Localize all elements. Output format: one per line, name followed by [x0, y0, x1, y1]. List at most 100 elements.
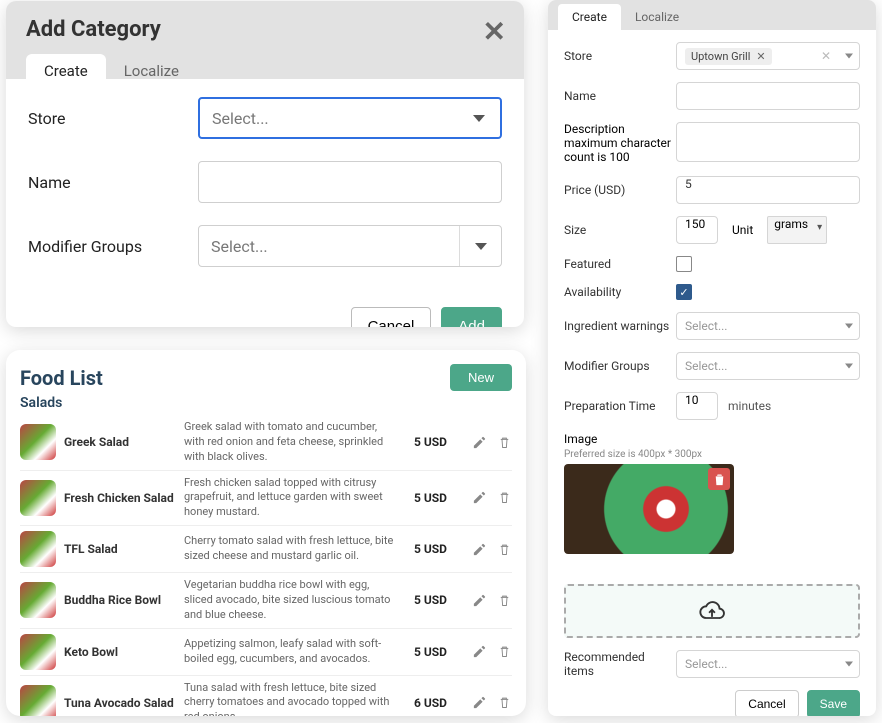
- tab-create[interactable]: Create: [26, 54, 106, 90]
- tab-localize[interactable]: Localize: [106, 54, 197, 90]
- new-food-button[interactable]: New: [450, 364, 512, 391]
- cancel-button[interactable]: Cancel: [351, 307, 432, 327]
- food-thumbnail: [20, 685, 56, 716]
- availability-checkbox[interactable]: [676, 284, 692, 300]
- clear-select-icon[interactable]: ✕: [821, 49, 831, 63]
- trash-icon: [712, 472, 727, 487]
- item-ingredient-label: Ingredient warnings: [564, 319, 676, 333]
- trash-icon[interactable]: [497, 490, 512, 505]
- modifier-groups-placeholder: Select...: [211, 237, 268, 256]
- close-icon[interactable]: ✕: [483, 15, 506, 48]
- item-save-button[interactable]: Save: [807, 690, 860, 716]
- food-row: Buddha Rice Bowl Vegetarian buddha rice b…: [20, 572, 512, 628]
- name-label: Name: [28, 173, 198, 192]
- add-category-title: Add Category: [26, 17, 161, 42]
- food-row: Greek SaladGreek salad with tomato and c…: [20, 415, 512, 470]
- trash-icon[interactable]: [497, 695, 512, 710]
- item-desc-hint: maximum character count is 100: [564, 136, 671, 164]
- image-preview: [564, 464, 734, 554]
- item-prep-label: Preparation Time: [564, 399, 676, 413]
- food-row: Fresh Chicken SaladFresh chicken salad t…: [20, 470, 512, 526]
- item-unit-label: Unit: [732, 223, 753, 237]
- item-tab-localize[interactable]: Localize: [621, 4, 693, 30]
- item-modgroups-label: Modifier Groups: [564, 359, 676, 373]
- chevron-down-icon: [845, 662, 853, 667]
- item-featured-label: Featured: [564, 257, 676, 271]
- recommended-label: Recommended items: [564, 650, 676, 678]
- food-name: Keto Bowl: [64, 645, 176, 659]
- food-row: TFL Salad Cherry tomato salad with fresh …: [20, 525, 512, 572]
- food-row: Tuna Avocado Salad Tuna salad with fresh …: [20, 675, 512, 716]
- store-select[interactable]: Select...: [198, 97, 502, 139]
- chevron-down-icon: [845, 324, 853, 329]
- add-category-modal: Add Category ✕ Create Localize Store Sel…: [6, 1, 524, 327]
- modifier-groups-label: Modifier Groups: [28, 237, 198, 256]
- store-label: Store: [28, 109, 198, 128]
- edit-icon[interactable]: [472, 644, 487, 659]
- add-button[interactable]: Add: [441, 307, 502, 327]
- item-store-select[interactable]: Uptown Grill ✕ ✕: [676, 42, 860, 70]
- trash-icon[interactable]: [497, 644, 512, 659]
- chevron-down-icon: [475, 243, 487, 250]
- item-name-input[interactable]: [676, 82, 860, 110]
- item-tab-create[interactable]: Create: [558, 4, 621, 30]
- item-size-label: Size: [564, 223, 676, 237]
- food-name: Tuna Avocado Salad: [64, 696, 176, 710]
- food-description: Vegetarian buddha rice bowl with egg, sl…: [184, 578, 406, 623]
- food-thumbnail: [20, 531, 56, 567]
- item-unit-select[interactable]: grams: [767, 216, 827, 244]
- food-row: Keto Bowl Appetizing salmon, leafy salad …: [20, 628, 512, 675]
- item-desc-label: Description: [564, 122, 625, 136]
- chevron-down-icon: [845, 54, 853, 59]
- food-thumbnail: [20, 424, 56, 460]
- food-description: Greek salad with tomato and cucumber, wi…: [184, 420, 406, 465]
- food-price: 5 USD: [414, 645, 464, 659]
- item-name-label: Name: [564, 89, 676, 103]
- food-thumbnail: [20, 480, 56, 516]
- item-image-hint: Preferred size is 400px * 300px: [564, 449, 702, 460]
- image-upload-zone[interactable]: [564, 584, 860, 638]
- item-modgroups-select[interactable]: Select...: [676, 352, 860, 380]
- edit-icon[interactable]: [472, 542, 487, 557]
- item-price-input[interactable]: 5: [676, 176, 860, 204]
- prep-unit-label: minutes: [728, 399, 771, 413]
- featured-checkbox[interactable]: [676, 256, 692, 272]
- food-price: 5 USD: [414, 593, 464, 607]
- item-size-input[interactable]: 150: [676, 216, 718, 244]
- modifier-groups-select[interactable]: Select...: [198, 225, 502, 267]
- edit-icon[interactable]: [472, 490, 487, 505]
- delete-image-button[interactable]: [708, 468, 730, 490]
- trash-icon[interactable]: [497, 435, 512, 450]
- food-name: TFL Salad: [64, 542, 176, 556]
- name-input[interactable]: [198, 161, 502, 203]
- food-list-panel: Food List New Salads Greek SaladGreek sa…: [6, 350, 526, 716]
- edit-icon[interactable]: [472, 593, 487, 608]
- food-price: 5 USD: [414, 435, 464, 449]
- food-description: Tuna salad with fresh lettuce, bite size…: [184, 681, 406, 716]
- edit-icon[interactable]: [472, 435, 487, 450]
- store-tag: Uptown Grill ✕: [685, 48, 772, 65]
- recommended-select[interactable]: Select...: [676, 650, 860, 678]
- food-name: Buddha Rice Bowl: [64, 593, 176, 607]
- food-price: 5 USD: [414, 542, 464, 556]
- food-description: Appetizing salmon, leafy salad with soft…: [184, 637, 406, 667]
- food-description: Cherry tomato salad with fresh lettuce, …: [184, 534, 406, 564]
- remove-store-icon[interactable]: ✕: [756, 50, 765, 63]
- food-thumbnail: [20, 634, 56, 670]
- food-price: 5 USD: [414, 491, 464, 505]
- item-image-label: Image: [564, 432, 597, 446]
- ingredient-select[interactable]: Select...: [676, 312, 860, 340]
- item-cancel-button[interactable]: Cancel: [735, 690, 798, 716]
- edit-icon[interactable]: [472, 695, 487, 710]
- item-desc-input[interactable]: [676, 122, 860, 162]
- food-name: Fresh Chicken Salad: [64, 491, 176, 505]
- upload-cloud-icon: [695, 597, 729, 625]
- trash-icon[interactable]: [497, 593, 512, 608]
- store-placeholder: Select...: [212, 109, 269, 128]
- food-list-title: Food List: [20, 366, 103, 390]
- food-price: 6 USD: [414, 696, 464, 710]
- prep-time-input[interactable]: 10: [676, 392, 718, 420]
- item-price-label: Price (USD): [564, 183, 676, 197]
- food-list-subtitle: Salads: [20, 395, 512, 411]
- trash-icon[interactable]: [497, 542, 512, 557]
